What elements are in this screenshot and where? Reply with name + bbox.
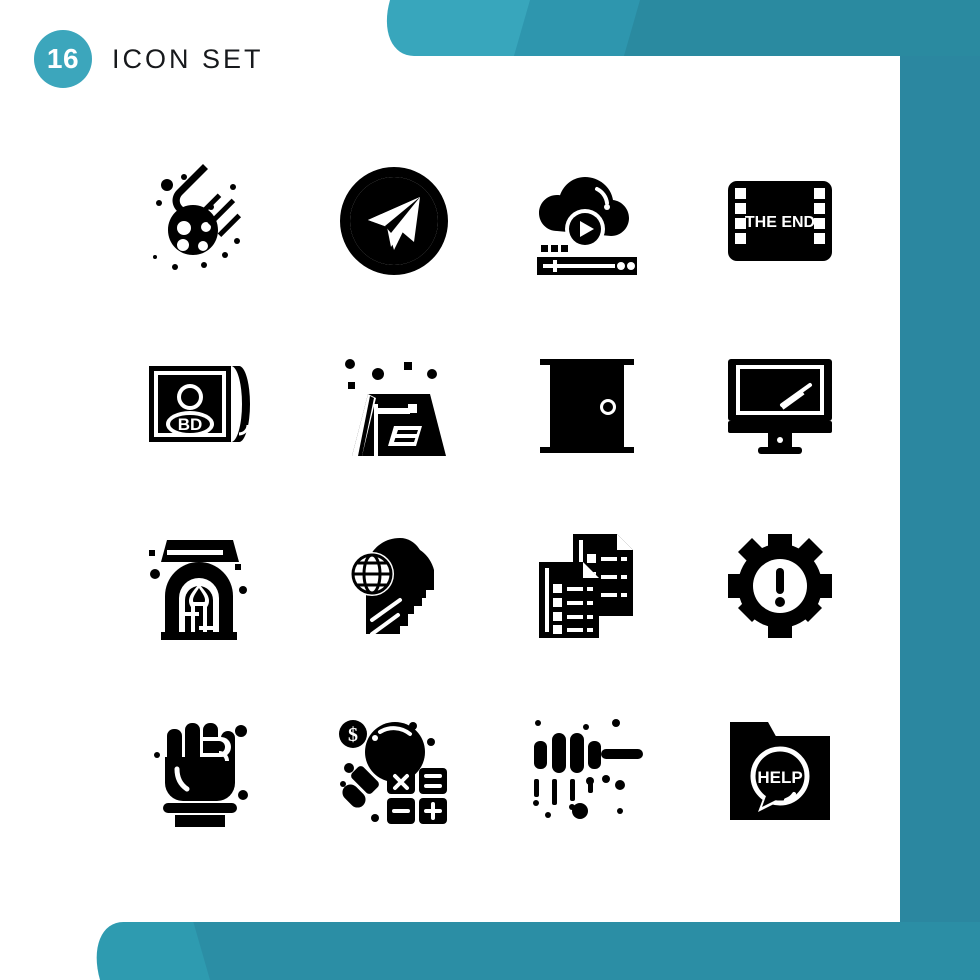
icon-cell-cloud-video[interactable] [490,130,683,313]
icon-cell-gear-alert[interactable] [683,495,876,678]
icon-cell-honey-dipper[interactable] [490,678,683,861]
help-folder-icon: HELP [729,721,830,820]
icon-cell-film-end[interactable]: THE END [683,130,876,313]
global-mind-icon [349,538,434,637]
icon-cell-meteor[interactable] [104,130,297,313]
icon-cell-door[interactable] [490,313,683,496]
icon-set-poster: 16 Icon Set [0,0,980,980]
icon-cell-documents[interactable] [490,495,683,678]
send-circle-icon [339,167,448,276]
icon-count-badge: 16 [34,30,92,88]
icon-cell-tent[interactable] [297,313,490,496]
meteor-icon [152,164,241,271]
header: 16 Icon Set [34,30,264,88]
fist-icon [153,722,248,827]
gear-alert-icon [727,534,832,639]
decorative-band-top-dark [623,0,980,56]
help-folder-label: HELP [757,768,802,787]
icon-cell-fireplace[interactable] [104,495,297,678]
honey-dipper-icon [532,718,643,819]
decorative-band-right [900,0,980,980]
film-end-label: THE END [744,214,814,231]
tent-icon [344,358,446,456]
monitor-icon [727,358,832,454]
poster-profile-icon: BD [148,365,250,442]
poster-bd-label: BD [177,415,202,434]
page-title: Icon Set [112,43,264,74]
film-end-icon: THE END [727,181,832,262]
icon-cell-global-mind[interactable] [297,495,490,678]
icon-cell-poster-profile[interactable]: BD [104,313,297,496]
icon-cell-monitor[interactable] [683,313,876,496]
icon-grid: THE END BD $ HELP [104,130,876,860]
icon-cell-finance-search[interactable]: $ [297,678,490,861]
decorative-band-bottom-dark [193,922,980,980]
documents-icon [538,534,633,639]
fireplace-icon [148,540,247,641]
icon-cell-send[interactable] [297,130,490,313]
icon-cell-help-folder[interactable]: HELP [683,678,876,861]
finance-search-icon: $ [338,719,447,824]
icon-cell-fist[interactable] [104,678,297,861]
door-icon [539,358,634,453]
cloud-video-icon [536,177,637,276]
svg-text:$: $ [348,724,358,746]
